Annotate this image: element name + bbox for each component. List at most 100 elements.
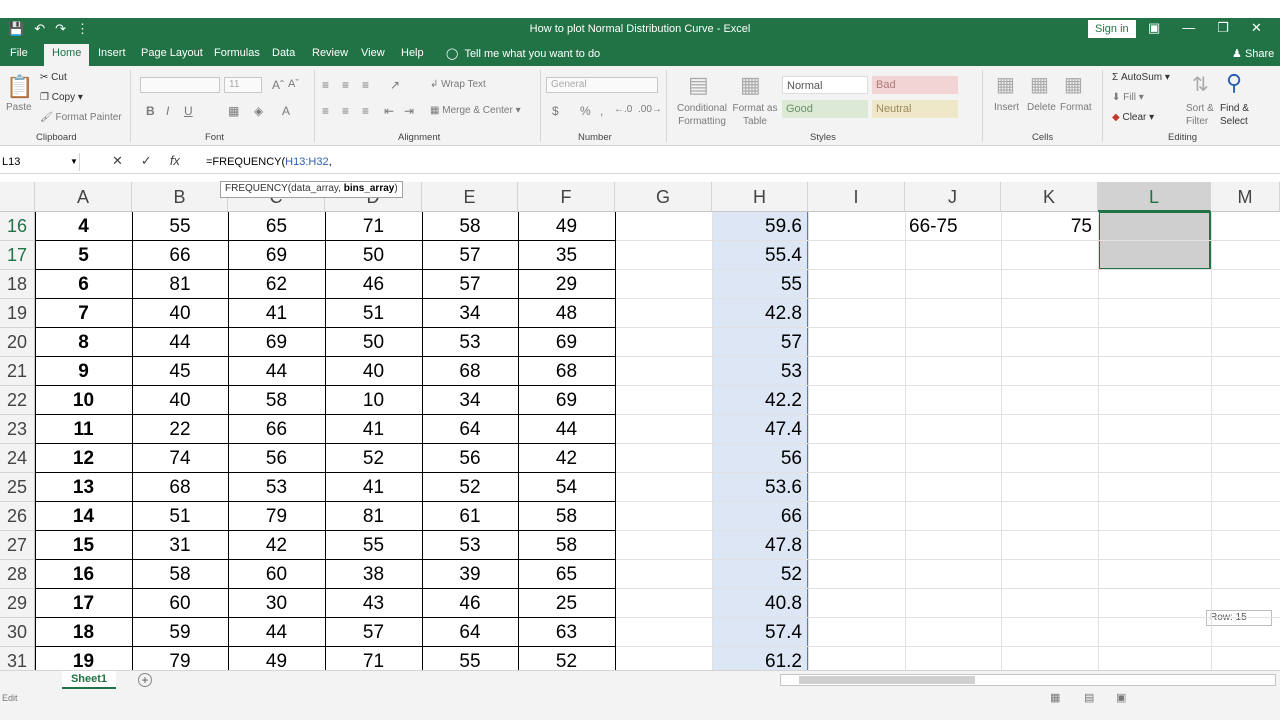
tab-review[interactable]: Review: [312, 47, 348, 59]
fill-button[interactable]: ⬇ Fill ▾: [1112, 92, 1144, 103]
column-header-j[interactable]: J: [905, 182, 1001, 212]
cell-d[interactable]: 46: [325, 270, 422, 299]
column-header-g[interactable]: G: [615, 182, 712, 212]
currency-icon[interactable]: $: [552, 104, 559, 118]
tell-me-search[interactable]: ◯ Tell me what you want to do: [446, 47, 600, 60]
cell-f[interactable]: 63: [518, 618, 615, 647]
cell-c[interactable]: 79: [228, 502, 325, 531]
format-as-table-button[interactable]: Format as Table: [732, 102, 778, 128]
cell-b[interactable]: 40: [132, 386, 228, 415]
cell-d[interactable]: 41: [325, 415, 422, 444]
row-header[interactable]: 23: [0, 415, 35, 444]
find-select-button[interactable]: Find & Select: [1220, 102, 1260, 128]
tab-formulas[interactable]: Formulas: [214, 47, 260, 59]
cell-e[interactable]: 57: [422, 241, 518, 270]
cell-b[interactable]: 79: [132, 647, 228, 670]
cell-a[interactable]: 7: [35, 299, 132, 328]
cell-e[interactable]: 46: [422, 589, 518, 618]
row-header[interactable]: 28: [0, 560, 35, 589]
column-header-m[interactable]: M: [1211, 182, 1280, 212]
close-icon[interactable]: ✕: [1251, 20, 1262, 36]
tab-view[interactable]: View: [361, 47, 385, 59]
cell-b[interactable]: 60: [132, 589, 228, 618]
cell-c[interactable]: 30: [228, 589, 325, 618]
cell-c[interactable]: 56: [228, 444, 325, 473]
copy-button[interactable]: ❐ Copy ▾: [40, 92, 83, 103]
cell-b[interactable]: 68: [132, 473, 228, 502]
font-size-box[interactable]: 11: [224, 77, 262, 93]
cell-d[interactable]: 51: [325, 299, 422, 328]
cell-h[interactable]: 53: [712, 357, 808, 386]
style-neutral[interactable]: Neutral: [872, 100, 958, 118]
bold-icon[interactable]: B: [146, 104, 155, 118]
underline-icon[interactable]: U: [184, 104, 193, 118]
cell-f[interactable]: 44: [518, 415, 615, 444]
conditional-formatting-icon[interactable]: ▤: [688, 72, 709, 98]
row-header[interactable]: 31: [0, 647, 35, 670]
orientation-icon[interactable]: ↗: [390, 78, 400, 92]
formula-input[interactable]: =FREQUENCY(H13:H32,: [206, 156, 332, 168]
page-layout-view-icon[interactable]: ▤: [1084, 691, 1094, 704]
cell-b[interactable]: 66: [132, 241, 228, 270]
column-header-b[interactable]: B: [132, 182, 228, 212]
cell-e[interactable]: 58: [422, 212, 518, 241]
cell-d[interactable]: 52: [325, 444, 422, 473]
cell-a[interactable]: 4: [35, 212, 132, 241]
cell-h[interactable]: 59.6: [712, 212, 808, 241]
cell-c[interactable]: 69: [228, 328, 325, 357]
cell-d[interactable]: 43: [325, 589, 422, 618]
align-left-icon[interactable]: ≡: [322, 104, 329, 118]
cell-h[interactable]: 55.4: [712, 241, 808, 270]
cell-e[interactable]: 34: [422, 299, 518, 328]
cell-c[interactable]: 69: [228, 241, 325, 270]
cell-e[interactable]: 52: [422, 473, 518, 502]
cell-e[interactable]: 64: [422, 618, 518, 647]
chevron-down-icon[interactable]: ▼: [70, 153, 78, 171]
cell-b[interactable]: 81: [132, 270, 228, 299]
conditional-formatting-button[interactable]: Conditional Formatting: [672, 102, 732, 128]
restore-icon[interactable]: ❐: [1217, 20, 1229, 36]
cell-a[interactable]: 11: [35, 415, 132, 444]
cell-e[interactable]: 53: [422, 531, 518, 560]
format-cells-button[interactable]: Format: [1060, 102, 1092, 113]
format-as-table-icon[interactable]: ▦: [740, 72, 761, 98]
align-bottom-icon[interactable]: ≡: [362, 78, 369, 92]
cell-e[interactable]: 56: [422, 444, 518, 473]
sort-filter-button[interactable]: Sort & Filter: [1186, 102, 1220, 128]
decrease-indent-icon[interactable]: ⇤: [384, 104, 394, 118]
cell-a[interactable]: 9: [35, 357, 132, 386]
row-header[interactable]: 17: [0, 241, 35, 270]
cell-f[interactable]: 49: [518, 212, 615, 241]
column-header-k[interactable]: K: [1001, 182, 1098, 212]
cell-j[interactable]: 66-75: [905, 212, 1001, 241]
enter-icon[interactable]: ✓: [141, 153, 152, 169]
cell-h[interactable]: 56: [712, 444, 808, 473]
style-normal[interactable]: Normal: [782, 76, 868, 94]
cell-b[interactable]: 74: [132, 444, 228, 473]
cell-f[interactable]: 29: [518, 270, 615, 299]
cell-a[interactable]: 13: [35, 473, 132, 502]
cell-h[interactable]: 47.8: [712, 531, 808, 560]
cell-f[interactable]: 69: [518, 328, 615, 357]
horizontal-scrollbar[interactable]: [780, 674, 1276, 686]
cell-a[interactable]: 14: [35, 502, 132, 531]
cell-d[interactable]: 50: [325, 241, 422, 270]
italic-icon[interactable]: I: [166, 104, 169, 118]
column-header-h[interactable]: H: [712, 182, 808, 212]
format-painter-button[interactable]: 🖌 Format Painter: [40, 112, 122, 123]
cell-d[interactable]: 40: [325, 357, 422, 386]
cell-a[interactable]: 8: [35, 328, 132, 357]
align-right-icon[interactable]: ≡: [362, 104, 369, 118]
cell-a[interactable]: 12: [35, 444, 132, 473]
cell-c[interactable]: 65: [228, 212, 325, 241]
cell-e[interactable]: 64: [422, 415, 518, 444]
tab-home[interactable]: Home: [44, 44, 90, 66]
row-header[interactable]: 19: [0, 299, 35, 328]
shrink-font-icon[interactable]: Aˇ: [288, 78, 299, 90]
row-header[interactable]: 27: [0, 531, 35, 560]
font-name-box[interactable]: [140, 77, 220, 93]
cell-h[interactable]: 55: [712, 270, 808, 299]
tab-file[interactable]: File: [10, 47, 28, 59]
cell-h[interactable]: 42.2: [712, 386, 808, 415]
cell-h[interactable]: 47.4: [712, 415, 808, 444]
